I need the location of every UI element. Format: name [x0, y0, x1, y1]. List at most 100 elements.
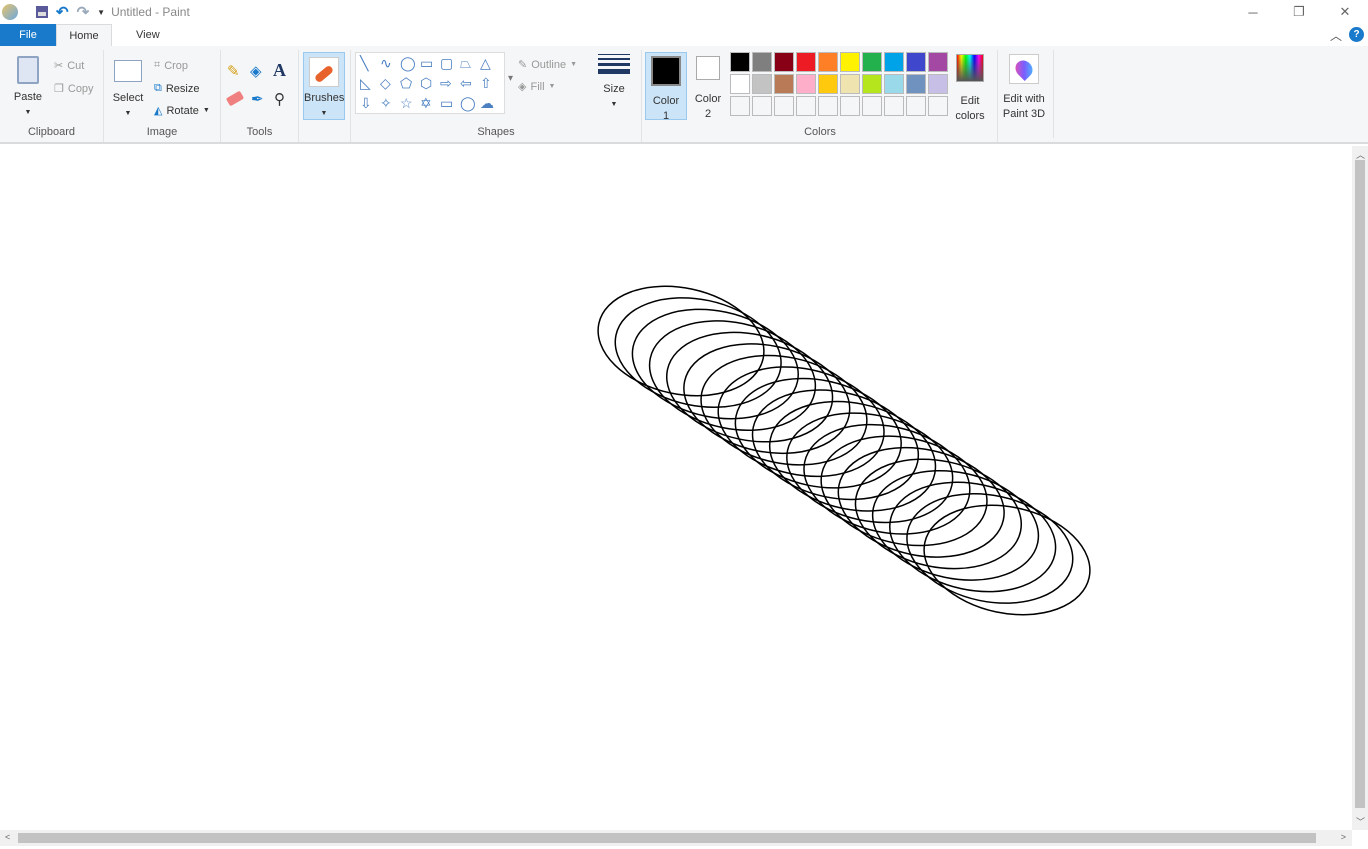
color-swatch[interactable]: [774, 52, 794, 72]
cut-button[interactable]: ✂ Cut: [54, 59, 84, 73]
shape-tool[interactable]: ☁: [480, 95, 494, 112]
shape-tool[interactable]: ⇧: [480, 75, 492, 92]
color-swatch[interactable]: [884, 52, 904, 72]
tab-view[interactable]: View: [122, 24, 174, 46]
canvas[interactable]: [0, 146, 1352, 830]
help-icon[interactable]: ?: [1349, 27, 1364, 42]
color-swatch[interactable]: [862, 74, 882, 94]
vertical-scroll-thumb[interactable]: [1355, 160, 1365, 808]
edit-colors-button[interactable]: Edit colors: [951, 54, 989, 124]
size-button[interactable]: Size ▼: [596, 54, 632, 112]
close-button[interactable]: ✕: [1322, 0, 1368, 24]
brushes-group: Brushes ▼: [299, 50, 351, 142]
color-swatch[interactable]: [928, 96, 948, 116]
color-picker-icon[interactable]: ✒: [251, 90, 264, 108]
shape-tool[interactable]: ✧: [380, 95, 392, 112]
undo-icon[interactable]: ↶: [56, 3, 69, 21]
shape-tool[interactable]: ⬡: [420, 75, 432, 92]
color-swatch[interactable]: [840, 74, 860, 94]
color-swatch[interactable]: [928, 52, 948, 72]
shape-tool[interactable]: ▢: [440, 55, 453, 72]
save-icon[interactable]: [36, 6, 48, 18]
shape-tool[interactable]: ◯: [400, 55, 416, 72]
select-button[interactable]: Select ▼: [110, 60, 146, 121]
color-swatch[interactable]: [862, 96, 882, 116]
shape-tool[interactable]: ⏢: [460, 55, 471, 72]
paste-button[interactable]: Paste ▼: [8, 56, 48, 120]
color-swatch[interactable]: [730, 96, 750, 116]
color-swatch[interactable]: [884, 74, 904, 94]
shape-tool[interactable]: ▭: [420, 55, 433, 72]
outline-button[interactable]: ✎ Outline ▼: [518, 58, 577, 72]
shape-tool[interactable]: ⇩: [360, 95, 372, 112]
minimize-button[interactable]: ─: [1230, 0, 1276, 24]
resize-button[interactable]: ⧉ Resize: [154, 82, 199, 95]
color-swatch[interactable]: [840, 52, 860, 72]
shape-tool[interactable]: ⇦: [460, 75, 472, 92]
shape-tool[interactable]: △: [480, 55, 491, 72]
horizontal-scrollbar[interactable]: < >: [0, 830, 1352, 846]
color-swatch[interactable]: [840, 96, 860, 116]
shape-tool[interactable]: ✡: [420, 95, 432, 112]
color-swatch[interactable]: [752, 96, 772, 116]
drawing: [597, 285, 1091, 616]
color-swatch[interactable]: [818, 96, 838, 116]
shape-tool[interactable]: ◺: [360, 75, 371, 92]
redo-icon[interactable]: ↷: [77, 3, 90, 21]
shape-tool[interactable]: ▭: [440, 95, 453, 112]
eraser-icon[interactable]: [225, 90, 245, 107]
color-swatch[interactable]: [906, 52, 926, 72]
color-swatch[interactable]: [752, 74, 772, 94]
color2-button[interactable]: Color 2: [688, 56, 728, 122]
color-swatch[interactable]: [928, 74, 948, 94]
shape-tool[interactable]: ∿: [380, 55, 392, 72]
title-bar: ↶ ↷ ▼ Untitled - Paint ─ ❐ ✕: [0, 0, 1368, 24]
color-swatch[interactable]: [884, 96, 904, 116]
horizontal-scroll-thumb[interactable]: [18, 833, 1316, 843]
color-swatch[interactable]: [862, 52, 882, 72]
color-swatch[interactable]: [774, 96, 794, 116]
shapes-scroll-icon[interactable]: ▾: [508, 73, 513, 84]
rotate-button[interactable]: ◭ Rotate ▼: [154, 104, 210, 118]
collapse-ribbon-icon[interactable]: ︿: [1330, 27, 1342, 44]
pencil-icon[interactable]: ✎: [227, 62, 240, 80]
color-swatch[interactable]: [752, 52, 772, 72]
color-swatch[interactable]: [730, 74, 750, 94]
tab-file[interactable]: File: [0, 24, 56, 46]
edit-with-paint3d-button[interactable]: Edit with Paint 3D: [1001, 54, 1047, 122]
brushes-button[interactable]: Brushes ▼: [303, 52, 345, 120]
color-swatch[interactable]: [906, 74, 926, 94]
color-swatch[interactable]: [796, 96, 816, 116]
fill-button[interactable]: ◈ Fill ▼: [518, 80, 555, 94]
shape-tool[interactable]: ☆: [400, 95, 413, 112]
color1-button[interactable]: Color 1: [645, 52, 687, 122]
resize-icon: ⧉: [154, 82, 162, 94]
text-tool-icon[interactable]: A: [273, 60, 286, 81]
color-swatch[interactable]: [796, 52, 816, 72]
color-swatch[interactable]: [730, 52, 750, 72]
color-swatch[interactable]: [818, 74, 838, 94]
color-swatch[interactable]: [774, 74, 794, 94]
color-swatch[interactable]: [906, 96, 926, 116]
shape-tool[interactable]: ⬠: [400, 75, 412, 92]
shape-tool[interactable]: ⇨: [440, 75, 452, 92]
paint3d-icon: [1009, 54, 1039, 84]
color-swatch[interactable]: [818, 52, 838, 72]
shape-tool[interactable]: ◯: [460, 95, 476, 112]
copy-button[interactable]: ❐ Copy: [54, 82, 94, 96]
vertical-scrollbar[interactable]: ︿ ﹀: [1352, 146, 1368, 830]
scroll-left-icon[interactable]: <: [5, 832, 10, 842]
fill-bucket-icon[interactable]: ◈: [250, 62, 262, 80]
shape-tool[interactable]: ◇: [380, 75, 391, 92]
restore-button[interactable]: ❐: [1276, 0, 1322, 24]
scroll-right-icon[interactable]: >: [1341, 832, 1346, 842]
tools-group: ✎ ◈ A ✒ ⚲ Tools: [221, 50, 299, 142]
tab-home[interactable]: Home: [56, 24, 112, 46]
color-swatch[interactable]: [796, 74, 816, 94]
magnifier-icon[interactable]: ⚲: [274, 90, 285, 108]
crop-button[interactable]: ⌗ Crop: [154, 59, 188, 72]
customize-quick-access-icon[interactable]: ▼: [97, 8, 105, 17]
image-group: Select ▼ ⌗ Crop ⧉ Resize ◭ Rotate ▼ Image: [104, 50, 221, 142]
scroll-down-icon[interactable]: ﹀: [1356, 815, 1365, 828]
shape-tool[interactable]: ╲: [360, 55, 368, 72]
